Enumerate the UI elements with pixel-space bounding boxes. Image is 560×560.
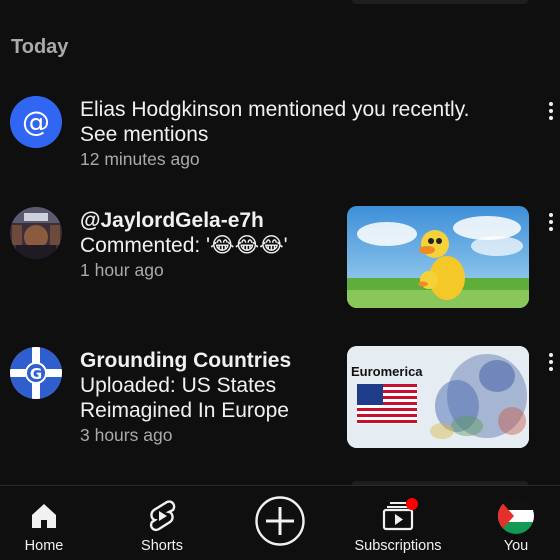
- nav-you[interactable]: You: [490, 486, 542, 560]
- nav-shorts-label: Shorts: [141, 538, 183, 554]
- notification-link[interactable]: See mentions: [80, 122, 470, 147]
- nav-subscriptions[interactable]: Subscriptions: [348, 486, 448, 560]
- nav-subscriptions-label: Subscriptions: [354, 538, 442, 554]
- profile-avatar: [498, 498, 534, 534]
- svg-text:@: @: [22, 105, 50, 138]
- nav-home-label: Home: [24, 538, 64, 554]
- channel-name: Grounding Countries: [80, 349, 292, 372]
- more-options-icon[interactable]: [546, 100, 556, 122]
- create-icon: [254, 495, 306, 547]
- upload-text-line1: Uploaded: US States: [80, 374, 277, 397]
- notification-time: 12 minutes ago: [80, 149, 200, 169]
- nav-you-label: You: [503, 538, 529, 554]
- notification-mention[interactable]: @ Elias Hodgkinson mentioned you recentl…: [0, 94, 560, 174]
- nav-create[interactable]: [253, 486, 307, 560]
- thumbnail-title: Euromerica: [351, 364, 423, 379]
- channel-avatar[interactable]: G: [10, 347, 62, 399]
- nav-home[interactable]: Home: [14, 486, 74, 560]
- more-options-icon[interactable]: [546, 211, 556, 233]
- more-options-icon[interactable]: [546, 351, 556, 373]
- at-sign-icon: @: [10, 96, 62, 148]
- previous-thumbnail-edge: [352, 0, 528, 4]
- bottom-navigation: Home Shorts Subscriptions You: [0, 485, 560, 560]
- upload-text-line2: Reimagined In Europe: [80, 399, 289, 422]
- subscriptions-icon: [380, 498, 418, 534]
- section-title: Today: [11, 36, 69, 58]
- comment-text: Commented: '😂😂😂': [80, 234, 288, 257]
- notification-upload[interactable]: G Grounding Countries Uploaded: US State…: [0, 345, 560, 455]
- notification-time: 1 hour ago: [80, 260, 164, 280]
- notification-badge: [406, 498, 418, 510]
- notification-time: 3 hours ago: [80, 425, 173, 445]
- notification-comment[interactable]: @JaylordGela-e7h Commented: '😂😂😂' 1 hour…: [0, 205, 560, 315]
- home-icon: [26, 498, 62, 534]
- notification-text: Elias Hodgkinson mentioned you recently.: [80, 98, 470, 121]
- svg-text:G: G: [30, 365, 42, 383]
- user-avatar[interactable]: [10, 207, 62, 259]
- nav-shorts[interactable]: Shorts: [132, 486, 192, 560]
- video-thumbnail[interactable]: [347, 206, 529, 308]
- commenter-name: @JaylordGela-e7h: [80, 209, 264, 232]
- video-thumbnail[interactable]: Euromerica: [347, 346, 529, 448]
- shorts-icon: [144, 498, 180, 534]
